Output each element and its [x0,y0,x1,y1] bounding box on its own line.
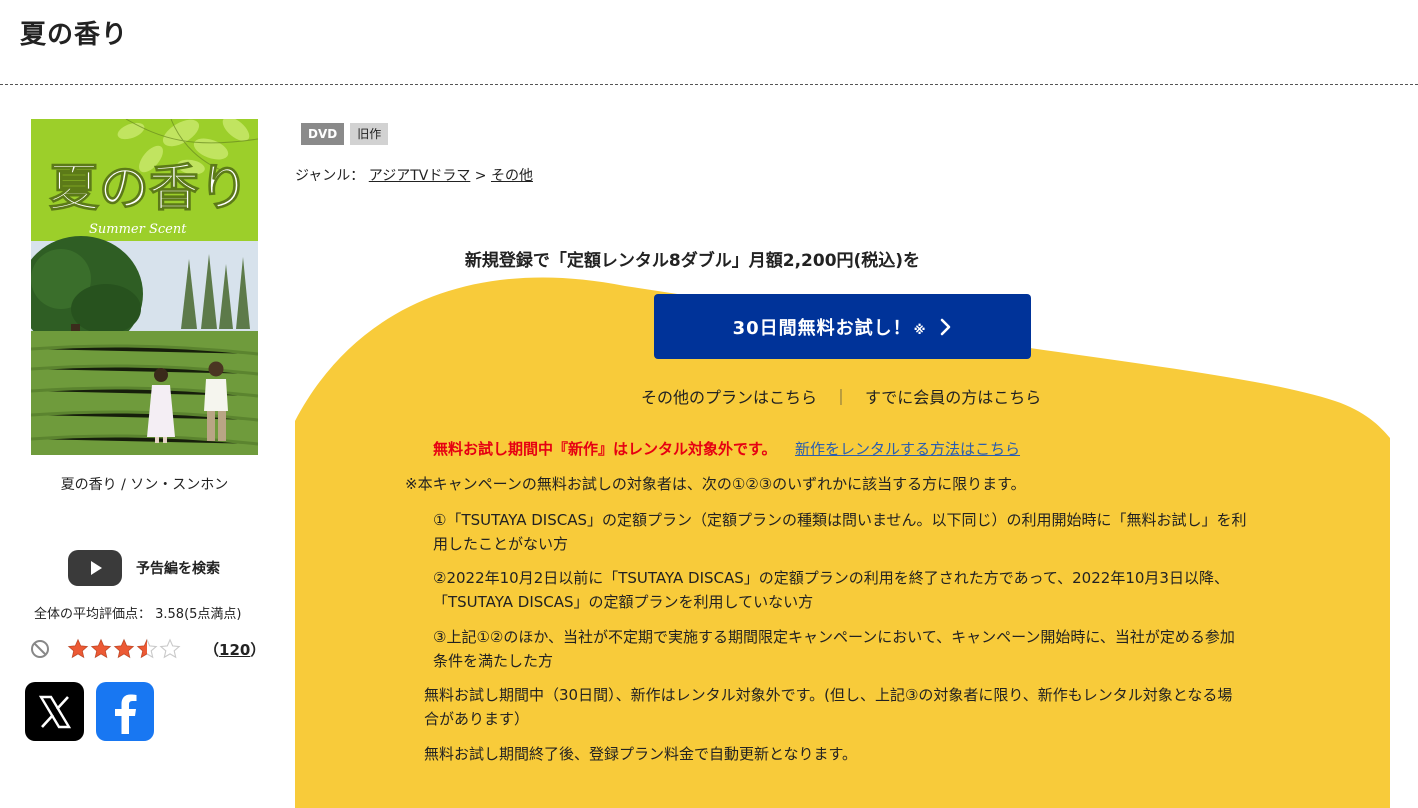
plan-links: その他のプランはこちら ｜ すでに会員の方はこちら [641,384,1041,408]
condition-1-line1: ①「TSUTAYA DISCAS」の定額プラン（定額プランの種類は問いません。以… [433,511,1247,529]
plan-links-separator: ｜ [833,388,850,407]
condition-2: ②2022年10月2日以前に「TSUTAYA DISCAS」の定額プランの利用を… [433,566,1229,614]
review-count-close: ） [250,640,266,659]
star-rating[interactable] [67,638,182,660]
x-logo-icon [38,695,71,728]
poster-subtitle-text: Summer Scent [89,222,187,237]
condition-3-line1: ③上記①②のほか、当社が不定期で実施する期間限定キャンペーンにおいて、キャンペー… [433,628,1235,646]
free-trial-label: 30日間無料お試し！ [732,317,912,339]
condition-1-line2: 用したことがない方 [433,535,569,553]
new-release-warning: 無料お試し期間中『新作』はレンタル対象外です。 [433,440,777,458]
chevron-right-icon [940,318,952,336]
other-plans-link[interactable]: その他のプランはこちら [641,384,817,408]
genre-link-asian-tv-drama[interactable]: アジアTVドラマ [369,168,471,184]
free-trial-button[interactable]: 30日間無料お試し！ ※ [654,294,1031,359]
youtube-play-icon [68,550,122,586]
share-facebook-button[interactable] [96,682,154,741]
title-divider [0,84,1418,85]
condition-3-line2: 条件を満たした方 [433,652,554,670]
member-login-link[interactable]: すでに会員の方はこちら [865,384,1041,408]
condition-3: ③上記①②のほか、当社が不定期で実施する期間限定キャンペーンにおいて、キャンペー… [433,625,1235,673]
genre-separator: > [474,168,487,184]
trailer-label: 予告編を検索 [136,561,220,577]
condition-1: ①「TSUTAYA DISCAS」の定額プラン（定額プランの種類は問いません。以… [433,508,1247,556]
genre-breadcrumb: ジャンル： アジアTVドラマ > その他 [295,165,533,185]
condition-2-line2: 「TSUTAYA DISCAS」の定額プランを利用していない方 [433,593,814,611]
new-release-note-line2: 合があります） [424,710,530,728]
tag-dvd: DVD [301,123,345,145]
poster-title-text: 夏の香り [49,158,249,217]
free-trial-note-mark: ※ [913,322,927,337]
page-title: 夏の香り [20,20,129,50]
rating-average: 全体の平均評価点： 3.58(5点満点) [34,607,242,622]
condition-2-line1: ②2022年10月2日以前に「TSUTAYA DISCAS」の定額プランの利用を… [433,569,1229,587]
new-release-note: 無料お試し期間中（30日間）、新作はレンタル対象外です。(但し、上記③の対象者に… [424,683,1232,731]
star-icon [159,638,181,659]
facebook-logo-icon [115,694,137,734]
review-count-link[interactable]: 120 [219,641,250,659]
share-x-button[interactable] [25,682,84,741]
star-icon [90,638,112,659]
eligibility-intro: ※本キャンペーンの無料お試しの対象者は、次の①②③のいずれかに該当する方に限りま… [405,475,1026,493]
rating-row: （120） [30,636,270,662]
auto-renewal-note: 無料お試し期間終了後、登録プラン料金で自動更新となります。 [424,745,858,763]
genre-link-other[interactable]: その他 [491,168,533,184]
star-icon [67,638,89,659]
review-count-open: （ [204,640,220,659]
trailer-search-button[interactable]: 予告編を検索 [68,550,220,586]
format-tags: DVD 旧作 [301,123,394,145]
no-rating-icon[interactable] [30,639,50,659]
promo-heading: 新規登録で「定額レンタル8ダブル」月額2,200円(税込)を [464,251,921,271]
poster-image[interactable]: 夏の香り Summer Scent [31,119,258,455]
review-count: （120） [204,639,265,660]
poster-caption: 夏の香り / ソン・スンホン [60,477,229,493]
new-release-rental-link[interactable]: 新作をレンタルする方法はこちら [795,438,1020,459]
genre-label: ジャンル： [295,168,365,184]
star-icon [136,638,158,659]
new-release-note-line1: 無料お試し期間中（30日間）、新作はレンタル対象外です。(但し、上記③の対象者に… [424,686,1233,704]
tag-old-release: 旧作 [350,123,389,145]
star-icon [113,638,135,659]
